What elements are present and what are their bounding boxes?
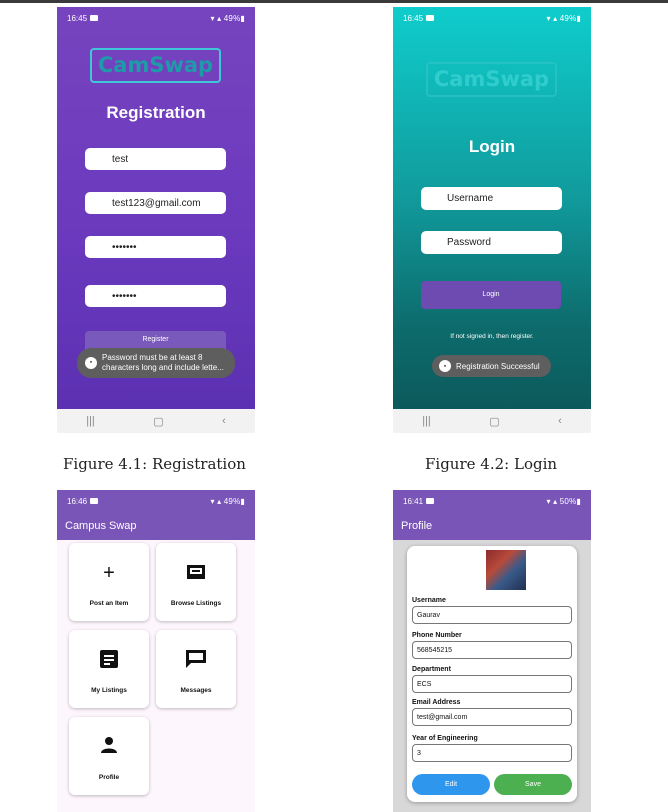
figure-title: Registration: [151, 455, 246, 473]
signal-icon: ▾ ▴: [210, 496, 224, 506]
notification-icon: [90, 498, 99, 505]
battery-level: 49%: [223, 13, 241, 23]
figure-title: Login: [513, 455, 558, 473]
tile-label: Browse Listings: [170, 600, 222, 607]
app-bar-title: Profile: [393, 512, 591, 540]
list-icon: [69, 650, 149, 672]
error-toast: ▪ Password must be at least 8 characters…: [77, 348, 235, 378]
screen-title: Login: [468, 137, 516, 156]
home-screenshot: 16:46 ▾ ▴ 49%▮ Campus Swap + Post an Ite…: [57, 490, 255, 812]
notification-icon: [426, 498, 435, 505]
battery-icon: ▮: [576, 13, 581, 23]
register-hint[interactable]: If not signed in, then register.: [393, 333, 591, 340]
battery-level: 49%: [559, 13, 577, 23]
confirm-password-field[interactable]: •••••••: [85, 285, 226, 307]
notification-icon: [90, 15, 99, 22]
signal-icon: ▾ ▴: [210, 13, 224, 23]
year-label: Year of Engineering: [412, 735, 478, 742]
browse-icon: [156, 563, 236, 583]
message-icon: [156, 650, 236, 672]
tile-label: My Listings: [91, 687, 127, 694]
year-field[interactable]: 3: [412, 744, 572, 762]
app-bar-title: Campus Swap: [57, 512, 255, 540]
home-icon[interactable]: ▢: [153, 415, 163, 428]
login-button[interactable]: Login: [421, 281, 561, 309]
plus-icon: +: [103, 562, 115, 584]
system-nav-bar: ||| ▢ ‹: [393, 409, 591, 433]
back-icon[interactable]: ‹: [558, 415, 562, 427]
app-badge-icon: ▪: [439, 360, 451, 372]
page-top-rule: [0, 0, 668, 3]
recents-icon[interactable]: |||: [422, 415, 431, 427]
username-label: Username: [412, 597, 446, 604]
status-time: 16:45: [67, 13, 88, 23]
success-toast: ▪ Registration Successful: [432, 355, 551, 377]
figure-number: Figure 4.2:: [425, 455, 510, 473]
profile-photo[interactable]: [486, 550, 526, 590]
profile-card: Username Gaurav Phone Number 568545215 D…: [407, 546, 577, 802]
username-field[interactable]: Gaurav: [412, 606, 572, 624]
tile-my-listings[interactable]: My Listings: [69, 630, 149, 708]
tile-post-item[interactable]: + Post an Item: [69, 543, 149, 621]
password-input[interactable]: Password: [421, 231, 562, 254]
email-field[interactable]: test123@gmail.com: [85, 192, 226, 214]
phone-field[interactable]: 568545215: [412, 641, 572, 659]
status-time: 16:41: [403, 496, 424, 506]
toast-message: Password must be at least 8 characters l…: [102, 353, 224, 372]
email-label: Email Address: [412, 699, 461, 706]
tile-label: Profile: [98, 774, 120, 781]
app-logo: CamSwap: [426, 62, 557, 97]
save-button[interactable]: Save: [494, 774, 572, 795]
tile-messages[interactable]: Messages: [156, 630, 236, 708]
password-field[interactable]: •••••••: [85, 236, 226, 258]
back-icon[interactable]: ‹: [222, 415, 226, 427]
email-field[interactable]: test@gmail.com: [412, 708, 572, 726]
status-bar: 16:46 ▾ ▴ 49%▮: [57, 490, 255, 512]
toast-message: Registration Successful: [456, 361, 540, 371]
battery-icon: ▮: [576, 496, 581, 506]
app-logo: CamSwap: [90, 48, 221, 83]
status-bar: 16:45 ▾ ▴ 49%▮: [57, 7, 255, 29]
status-time: 16:46: [67, 496, 88, 506]
figure-number: Figure 4.1:: [63, 455, 148, 473]
signal-icon: ▾ ▴: [546, 13, 560, 23]
battery-icon: ▮: [240, 496, 245, 506]
battery-level: 49%: [223, 496, 241, 506]
tile-label: Post an Item: [89, 600, 129, 607]
status-bar: 16:45 ▾ ▴ 49%▮: [393, 7, 591, 29]
home-icon[interactable]: ▢: [489, 415, 499, 428]
battery-level: 50%: [559, 496, 577, 506]
signal-icon: ▾ ▴: [546, 496, 560, 506]
username-input[interactable]: Username: [421, 187, 562, 210]
department-field[interactable]: ECS: [412, 675, 572, 693]
phone-label: Phone Number: [412, 632, 462, 639]
figure-caption-login: Figure 4.2: Login: [425, 455, 557, 473]
app-badge-icon: ▪: [85, 357, 97, 369]
notification-icon: [426, 15, 435, 22]
login-screenshot: 16:45 ▾ ▴ 49%▮ CamSwap Login Username Pa…: [393, 7, 591, 433]
screen-title: Registration: [106, 103, 206, 122]
edit-button[interactable]: Edit: [412, 774, 490, 795]
person-icon: [69, 737, 149, 757]
tile-label: Messages: [180, 687, 212, 694]
recents-icon[interactable]: |||: [86, 415, 95, 427]
figure-caption-registration: Figure 4.1: Registration: [63, 455, 246, 473]
status-time: 16:45: [403, 13, 424, 23]
department-label: Department: [412, 666, 451, 673]
tile-browse-listings[interactable]: Browse Listings: [156, 543, 236, 621]
profile-screenshot: 16:41 ▾ ▴ 50%▮ Profile Username Gaurav P…: [393, 490, 591, 812]
status-bar: 16:41 ▾ ▴ 50%▮: [393, 490, 591, 512]
registration-screenshot: 16:45 ▾ ▴ 49%▮ CamSwap Registration test…: [57, 7, 255, 433]
battery-icon: ▮: [240, 13, 245, 23]
system-nav-bar: ||| ▢ ‹: [57, 409, 255, 433]
username-field[interactable]: test: [85, 148, 226, 170]
tile-profile[interactable]: Profile: [69, 717, 149, 795]
